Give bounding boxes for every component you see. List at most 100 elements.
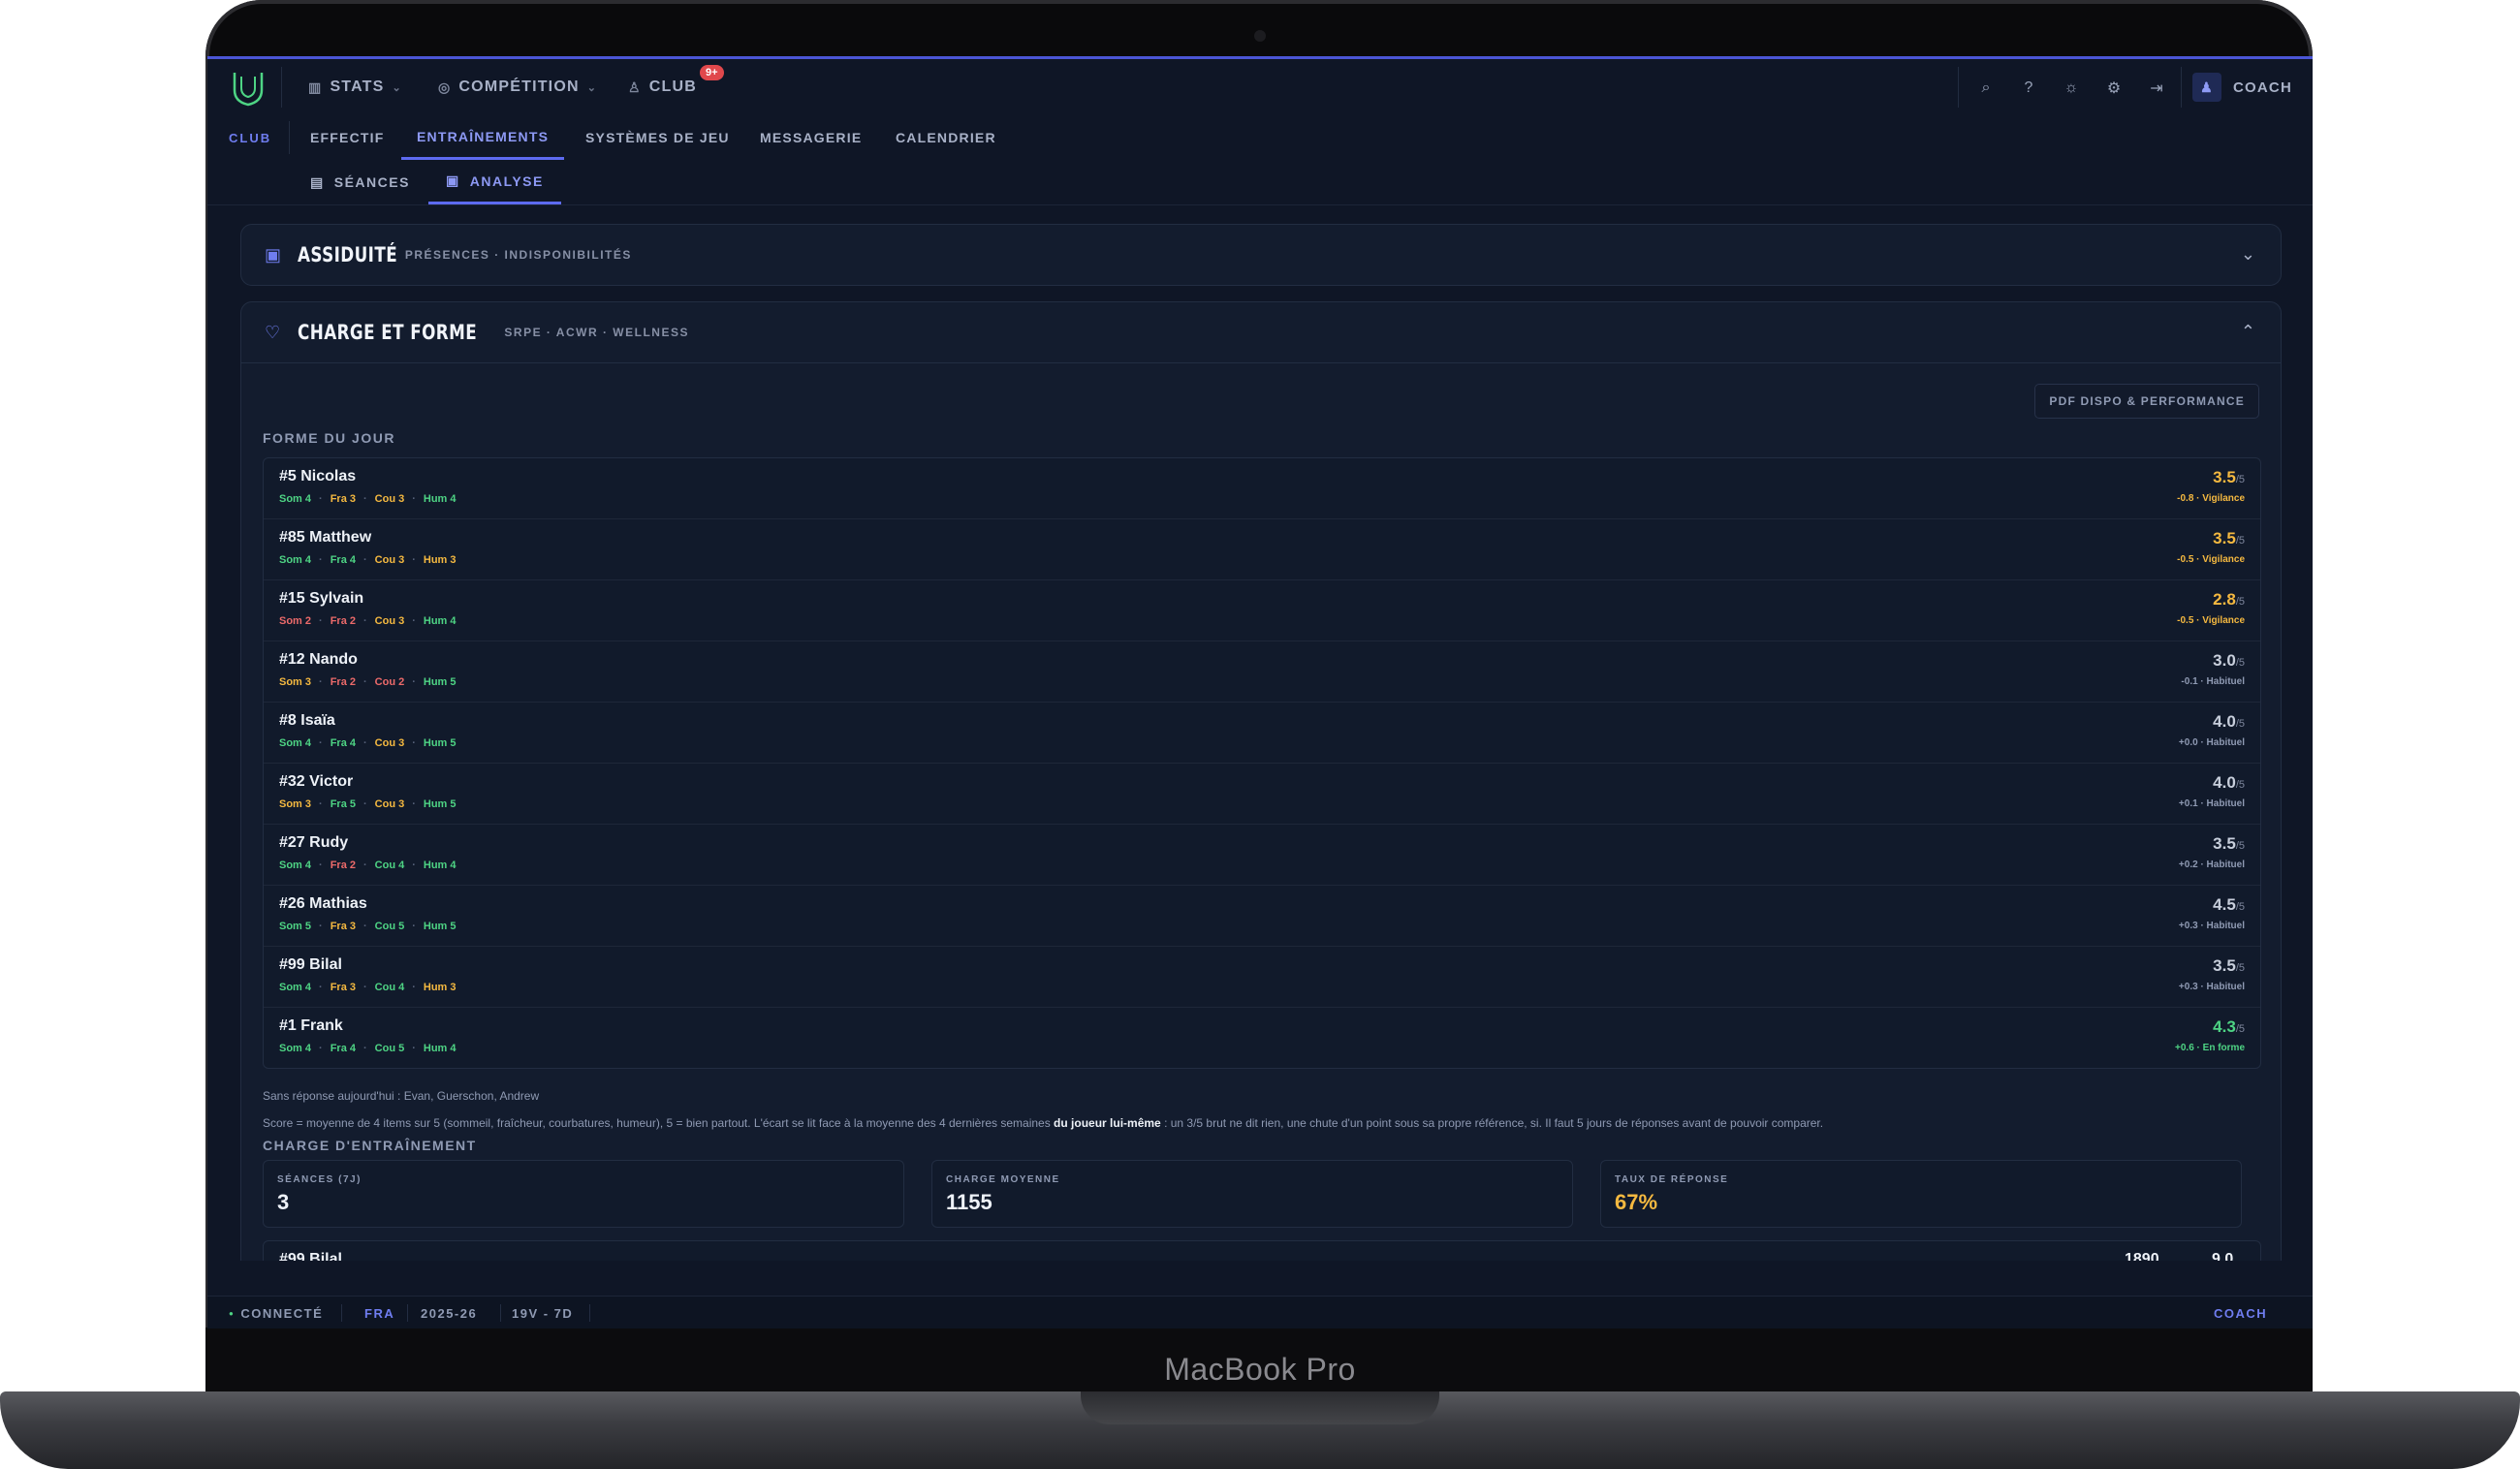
tab-analyse[interactable]: ▣ ANALYSE — [428, 160, 561, 204]
wellness-item: Som 3 — [279, 676, 312, 688]
wellness-item: Fra 2 — [330, 615, 356, 627]
separator: · — [362, 921, 367, 932]
player-score: 4.3/5 — [2213, 1017, 2245, 1037]
player-trend: -0.1 · Habituel — [2181, 676, 2245, 687]
app-logo[interactable] — [229, 69, 268, 108]
wellness-items: Som 4 · Fra 4 · Cou 5 · Hum 4 — [279, 1043, 457, 1054]
player-trend: -0.5 · Vigilance — [2177, 554, 2245, 565]
calendar-icon: ▤ — [310, 173, 325, 190]
score-suffix: /5 — [2235, 535, 2245, 547]
player-trend: +0.6 · En forme — [2175, 1043, 2245, 1053]
player-form-row[interactable]: #99 Bilal Som 4 · Fra 3 · Cou 4 · Hum 3 3.5/5 +0.… — [264, 947, 2260, 1008]
score-suffix: /5 — [2235, 962, 2245, 974]
wellness-items: Som 3 · Fra 2 · Cou 2 · Hum 5 — [279, 676, 457, 688]
theme-icon[interactable]: ☼ — [2055, 72, 2088, 105]
chevron-up-icon[interactable]: ⌃ — [2241, 322, 2255, 342]
load-row[interactable]: #99 Bilal 1890 9.0 — [263, 1240, 2261, 1261]
player-name: #32 Victor — [279, 773, 354, 790]
player-name: #26 Mathias — [279, 895, 367, 912]
attendance-header[interactable]: ▣ ASSIDUITÉ PRÉSENCES · INDISPONIBILITÉS — [241, 225, 2281, 285]
separator: · — [362, 737, 367, 749]
player-score: 4.5/5 — [2213, 895, 2245, 915]
stat-value: 1155 — [946, 1190, 992, 1214]
player-score: 3.5/5 — [2213, 956, 2245, 976]
separator: · — [319, 798, 323, 810]
wellness-item: Som 5 — [279, 921, 312, 932]
player-form-row[interactable]: #26 Mathias Som 5 · Fra 3 · Cou 5 · Hum 5 4.5/5 +… — [264, 886, 2260, 947]
player-form-row[interactable]: #32 Victor Som 3 · Fra 5 · Cou 3 · Hum 5 4.0/5 +0… — [264, 764, 2260, 825]
score-explanation: Score = moyenne de 4 items sur 5 (sommei… — [263, 1116, 1823, 1130]
score-suffix: /5 — [2235, 474, 2245, 485]
score-suffix: /5 — [2235, 1023, 2245, 1035]
wellness-item: Fra 2 — [330, 676, 356, 688]
stat-card-sessions: SÉANCES (7J) 3 — [263, 1160, 904, 1228]
clipboard-icon: ▣ — [265, 244, 282, 265]
device-label: MacBook Pro — [1164, 1352, 1356, 1387]
stat-card-average-load: CHARGE MOYENNE 1155 — [931, 1160, 1573, 1228]
nav-stats-label: STATS — [330, 78, 385, 95]
wellness-items: Som 4 · Fra 4 · Cou 3 · Hum 5 — [279, 737, 457, 749]
player-score: 3.5/5 — [2213, 468, 2245, 487]
separator: · — [362, 554, 367, 566]
player-form-row[interactable]: #12 Nando Som 3 · Fra 2 · Cou 2 · Hum 5 3.0/5 -0.… — [264, 641, 2260, 703]
player-form-row[interactable]: #1 Frank Som 4 · Fra 4 · Cou 5 · Hum 4 4.3/5 +0.6… — [264, 1008, 2260, 1068]
wellness-item: Cou 4 — [374, 860, 405, 871]
nav-stats[interactable]: ▥ STATS ⌄ — [308, 59, 402, 115]
wellness-item: Cou 4 — [374, 982, 405, 993]
help-icon[interactable]: ? — [2012, 72, 2045, 105]
wellness-item: Som 4 — [279, 554, 312, 566]
separator: · — [412, 798, 416, 810]
load-panel: ♡ CHARGE ET FORME SRPE · ACWR · WELLNESS… — [240, 301, 2282, 1261]
attendance-panel[interactable]: ▣ ASSIDUITÉ PRÉSENCES · INDISPONIBILITÉS… — [240, 224, 2282, 286]
wellness-items: Som 4 · Fra 2 · Cou 4 · Hum 4 — [279, 860, 457, 871]
player-form-row[interactable]: #5 Nicolas Som 4 · Fra 3 · Cou 3 · Hum 4 3.5/5 -0… — [264, 458, 2260, 519]
player-form-row[interactable]: #85 Matthew Som 4 · Fra 4 · Cou 3 · Hum 3 3.5/5 -… — [264, 519, 2260, 580]
tab-messagerie[interactable]: MESSAGERIE — [760, 115, 862, 160]
search-icon[interactable]: ⌕ — [1969, 72, 2002, 105]
chevron-down-icon[interactable]: ⌄ — [2241, 244, 2255, 265]
load-header[interactable]: ♡ CHARGE ET FORME SRPE · ACWR · WELLNESS — [241, 302, 2281, 363]
chevron-down-icon: ⌄ — [392, 81, 402, 94]
trophy-icon: ◎ — [438, 78, 452, 95]
score-suffix: /5 — [2235, 779, 2245, 791]
divider — [589, 1304, 590, 1322]
tab-effectif[interactable]: EFFECTIF — [310, 115, 384, 160]
connection-label: CONNECTÉ — [240, 1305, 324, 1321]
tab-systemes-de-jeu[interactable]: SYSTÈMES DE JEU — [585, 115, 730, 160]
main-content: ▣ ASSIDUITÉ PRÉSENCES · INDISPONIBILITÉS… — [207, 204, 2313, 1261]
language-label[interactable]: FRA — [364, 1297, 394, 1328]
score-suffix: /5 — [2235, 596, 2245, 608]
pdf-export-button[interactable]: PDF DISPO & PERFORMANCE — [2034, 384, 2259, 419]
separator: · — [412, 676, 416, 688]
gear-icon[interactable]: ⚙ — [2097, 72, 2130, 105]
separator: · — [319, 676, 323, 688]
player-trend: +0.3 · Habituel — [2178, 982, 2245, 992]
wellness-item: Fra 4 — [330, 737, 356, 749]
player-form-row[interactable]: #27 Rudy Som 4 · Fra 2 · Cou 4 · Hum 4 3.5/5 +0.2… — [264, 825, 2260, 886]
tab-calendrier[interactable]: CALENDRIER — [896, 115, 996, 160]
user-menu-button[interactable]: ♟ COACH — [2192, 59, 2292, 115]
stat-value: 67% — [1615, 1190, 1658, 1214]
separator: · — [362, 860, 367, 871]
divider — [281, 67, 282, 108]
player-form-row[interactable]: #8 Isaïa Som 4 · Fra 4 · Cou 3 · Hum 5 4.0/5 +0.0… — [264, 703, 2260, 764]
score-value: 2.8 — [2213, 590, 2236, 609]
wellness-items: Som 4 · Fra 3 · Cou 3 · Hum 4 — [279, 493, 457, 505]
tab-entrainements[interactable]: ENTRAÎNEMENTS — [401, 115, 565, 160]
nav-competition[interactable]: ◎ COMPÉTITION ⌄ — [438, 59, 597, 115]
divider — [341, 1304, 342, 1322]
logout-icon[interactable]: ⇥ — [2140, 72, 2173, 105]
nav-club[interactable]: ♙ CLUB — [628, 59, 697, 115]
wellness-item: Som 4 — [279, 737, 312, 749]
tab-seances[interactable]: ▤ SÉANCES — [310, 160, 410, 204]
divider — [2181, 67, 2182, 108]
explanation-text: Score = moyenne de 4 items sur 5 (sommei… — [263, 1116, 1055, 1130]
separator: · — [362, 1043, 367, 1054]
player-form-row[interactable]: #15 Sylvain Som 2 · Fra 2 · Cou 3 · Hum 4 2.8/5 -… — [264, 580, 2260, 641]
wellness-item: Som 4 — [279, 982, 312, 993]
score-value: 4.0 — [2213, 773, 2236, 792]
divider — [500, 1304, 501, 1322]
nav-club-label: CLUB — [648, 78, 698, 95]
score-suffix: /5 — [2235, 840, 2245, 852]
tab-seances-label: SÉANCES — [333, 174, 410, 190]
